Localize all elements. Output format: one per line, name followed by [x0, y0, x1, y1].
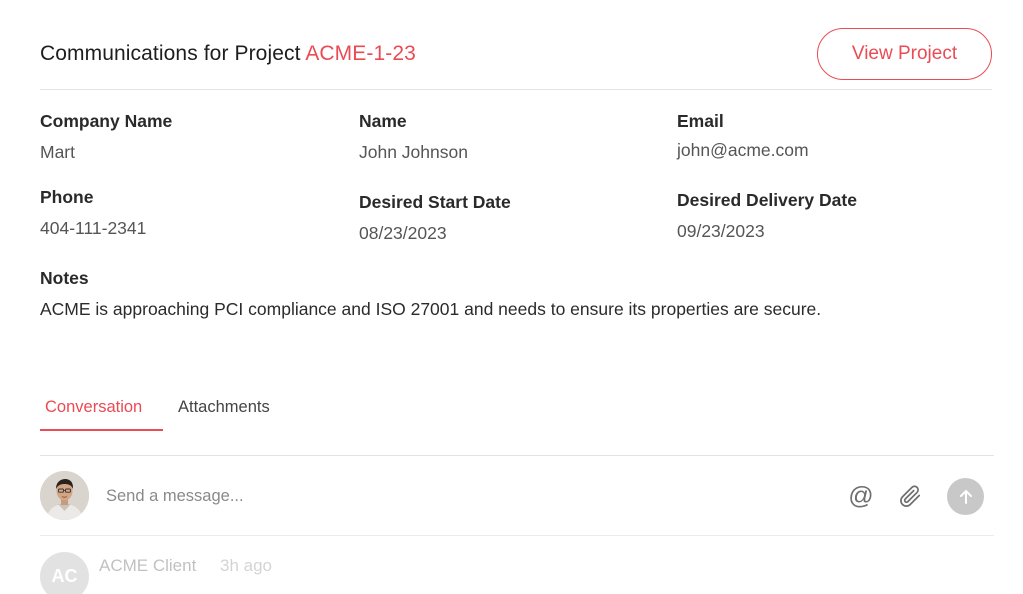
user-avatar-icon — [40, 471, 89, 520]
name-field: Name John Johnson — [359, 111, 468, 163]
phone-value: 404-111-2341 — [40, 218, 147, 238]
company-name-value: Mart — [40, 142, 75, 162]
name-value: John Johnson — [359, 142, 468, 162]
composer-divider — [40, 535, 994, 536]
email-label: Email — [677, 111, 724, 131]
tab-attachments[interactable]: Attachments — [178, 398, 270, 417]
message-author: ACME Client — [99, 556, 197, 575]
phone-label: Phone — [40, 187, 94, 207]
desired-delivery-date-label: Desired Delivery Date — [677, 190, 857, 210]
paperclip-icon[interactable] — [893, 479, 927, 513]
project-id: ACME-1-23 — [305, 42, 416, 65]
company-name-field: Company Name Mart — [40, 111, 172, 163]
company-name-label: Company Name — [40, 111, 173, 131]
desired-start-date-field: Desired Start Date 08/23/2023 — [359, 192, 511, 244]
desired-start-date-label: Desired Start Date — [359, 192, 511, 212]
header-divider — [40, 89, 992, 90]
message-composer: @ — [40, 471, 994, 521]
send-arrow-up-icon — [959, 489, 972, 504]
message-input[interactable] — [106, 483, 706, 509]
desired-start-date-value: 08/23/2023 — [359, 223, 447, 243]
tab-conversation[interactable]: Conversation — [45, 398, 142, 417]
active-tab-indicator — [40, 429, 163, 431]
view-project-button[interactable]: View Project — [817, 28, 992, 80]
email-value: john@acme.com — [677, 140, 809, 160]
phone-field: Phone 404-111-2341 — [40, 187, 146, 239]
desired-delivery-date-value: 09/23/2023 — [677, 221, 765, 241]
notes-label: Notes — [40, 268, 89, 288]
title-prefix: Communications for Project — [40, 42, 306, 65]
email-field: Email john@acme.com — [677, 111, 809, 161]
message-item[interactable]: AC ACME Client 3h ago — [40, 552, 994, 594]
message-time: 3h ago — [220, 556, 272, 575]
page-title: Communications for Project ACME-1-23 — [40, 42, 416, 66]
page-header: Communications for Project ACME-1-23 Vie… — [40, 28, 992, 80]
notes-text: ACME is approaching PCI compliance and I… — [40, 299, 822, 319]
tabs-divider — [40, 455, 994, 456]
name-label: Name — [359, 111, 407, 131]
message-avatar: AC — [40, 552, 89, 594]
avatar — [40, 471, 89, 520]
at-icon[interactable]: @ — [844, 479, 878, 513]
desired-delivery-date-field: Desired Delivery Date 09/23/2023 — [677, 190, 857, 242]
send-button[interactable] — [947, 478, 984, 515]
